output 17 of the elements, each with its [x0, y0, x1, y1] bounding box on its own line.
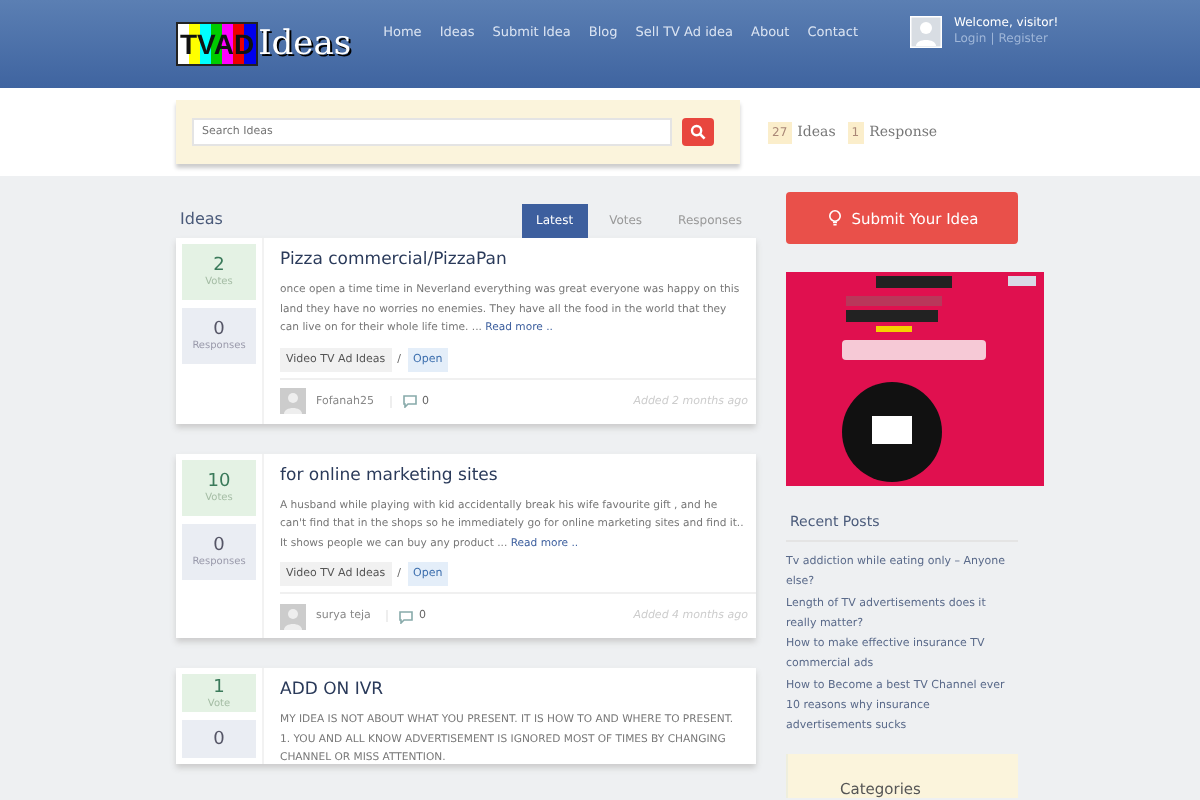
vote-count: 10: [207, 471, 231, 491]
section-heading: Ideas: [180, 210, 223, 232]
avatar-icon: [910, 16, 943, 48]
idea-title[interactable]: for online marketing sites: [280, 465, 756, 485]
lightbulb-icon: [825, 208, 844, 228]
idea-title[interactable]: Pizza commercial/PizzaPan: [280, 250, 756, 270]
vote-count: 2: [213, 256, 225, 276]
logo[interactable]: TVAD Ideas: [176, 22, 352, 66]
avatar-icon: [280, 603, 306, 629]
search-button[interactable]: [682, 118, 714, 146]
search-icon: [690, 124, 706, 140]
avatar-icon: [280, 388, 306, 414]
response-count: 0: [213, 535, 225, 555]
response-count: 0: [213, 729, 225, 749]
response-count: 0: [213, 320, 225, 340]
idea-title[interactable]: ADD ON IVR: [280, 680, 756, 700]
vote-count: 1: [213, 677, 225, 697]
